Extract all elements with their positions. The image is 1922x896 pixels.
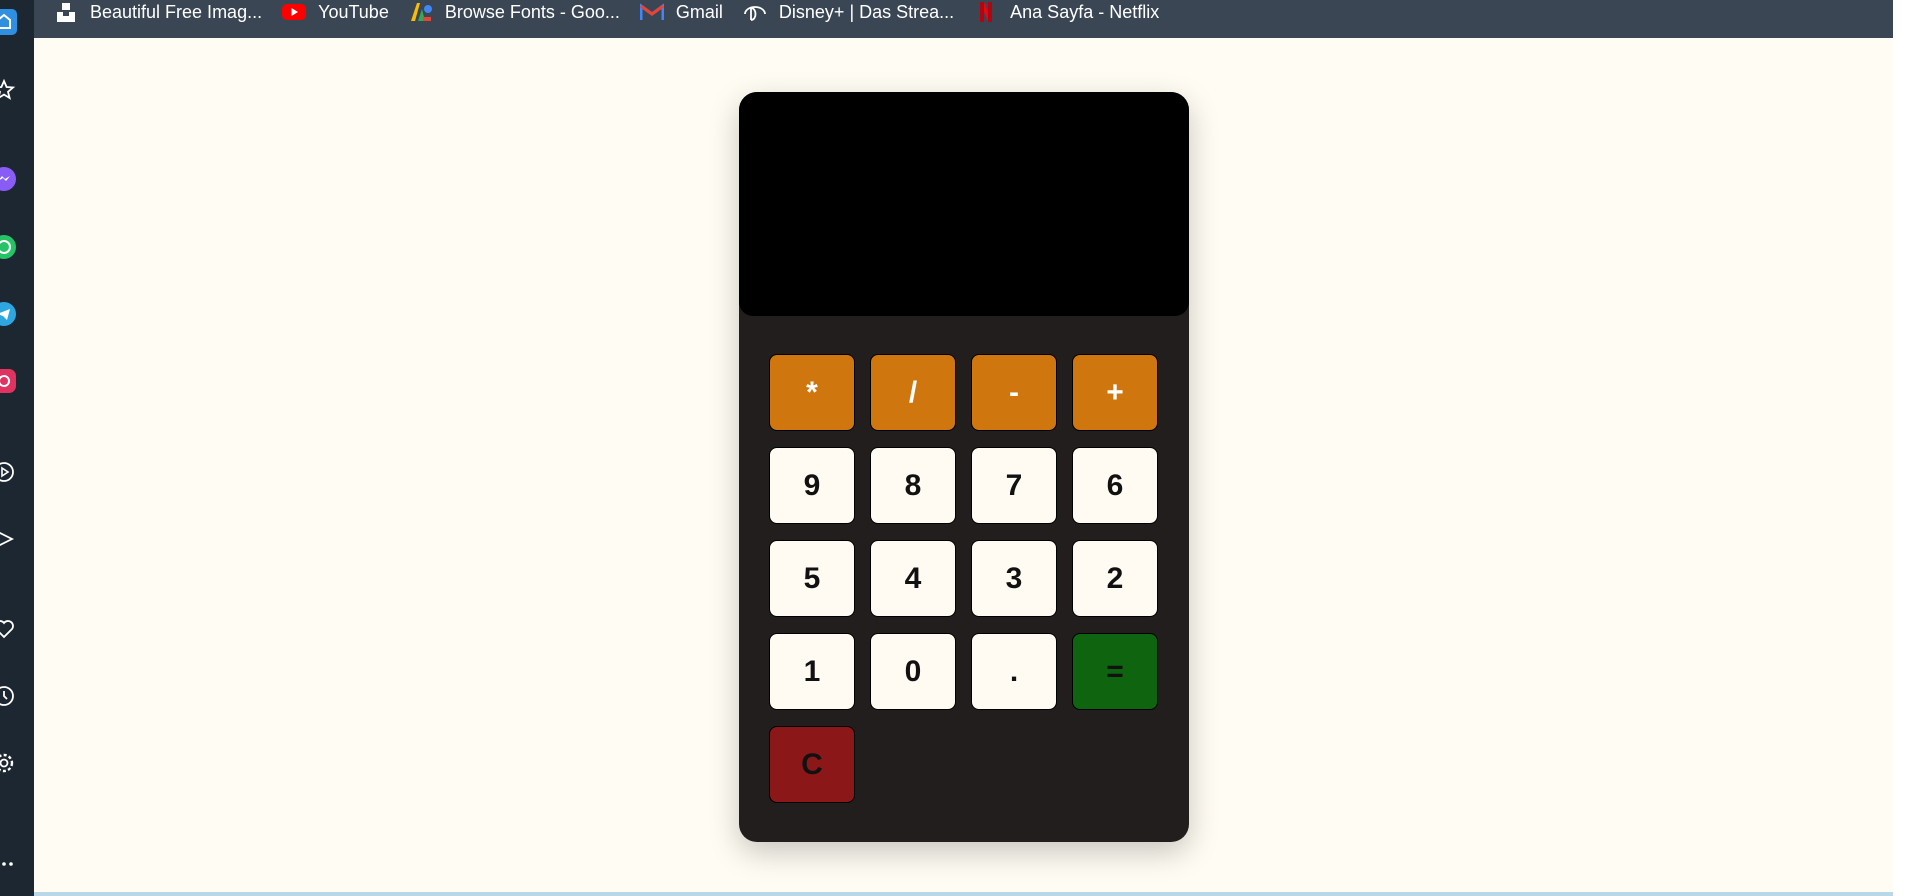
messenger-icon[interactable] <box>0 165 18 193</box>
history-icon[interactable] <box>0 682 18 710</box>
bookmark-label: Ana Sayfa - Netflix <box>1010 1 1160 22</box>
bookmark-label: Beautiful Free Imag... <box>90 1 263 22</box>
equals-button[interactable]: = <box>1072 633 1158 710</box>
digit-6-button[interactable]: 6 <box>1072 447 1158 524</box>
digit-8-button[interactable]: 8 <box>870 447 956 524</box>
settings-icon[interactable] <box>0 749 18 777</box>
browser-window: Beautiful Free Imag... YouTube Browse Fo… <box>0 0 1922 896</box>
decimal-button[interactable]: . <box>971 633 1057 710</box>
bookmark-label: Browse Fonts - Goo... <box>444 1 620 22</box>
bookmark-unsplash[interactable]: Beautiful Free Imag... <box>54 0 282 31</box>
send-icon[interactable] <box>0 525 18 553</box>
bookmark-label: Disney+ | Das Strea... <box>778 1 955 22</box>
telegram-icon[interactable] <box>0 300 18 328</box>
whatsapp-icon[interactable] <box>0 233 18 261</box>
bookmark-netflix[interactable]: Ana Sayfa - Netflix <box>974 0 1179 31</box>
subtract-button[interactable]: - <box>971 354 1057 431</box>
player-icon[interactable] <box>0 458 18 486</box>
digit-1-button[interactable]: 1 <box>769 633 855 710</box>
digit-3-button[interactable]: 3 <box>971 540 1057 617</box>
bookmarks-bar: Beautiful Free Imag... YouTube Browse Fo… <box>34 0 1893 38</box>
disney-plus-icon <box>743 1 767 23</box>
bookmark-google-fonts[interactable]: Browse Fonts - Goo... <box>409 0 640 31</box>
calculator: * / - + 9 8 7 6 5 4 3 2 1 0 . = C <box>739 92 1189 842</box>
bookmark-disney-plus[interactable]: Disney+ | Das Strea... <box>743 0 974 31</box>
scrollbar-gutter[interactable] <box>1893 0 1922 896</box>
add-button[interactable]: + <box>1072 354 1158 431</box>
bookmark-star-icon[interactable] <box>0 76 18 104</box>
calculator-display <box>739 92 1189 316</box>
youtube-icon <box>282 1 307 23</box>
heart-icon[interactable] <box>0 615 18 643</box>
google-fonts-icon <box>409 1 433 23</box>
instagram-icon[interactable] <box>0 367 18 395</box>
bookmark-gmail[interactable]: Gmail <box>639 0 743 31</box>
bookmark-label: Gmail <box>675 1 723 22</box>
multiply-button[interactable]: * <box>769 354 855 431</box>
digit-5-button[interactable]: 5 <box>769 540 855 617</box>
digit-4-button[interactable]: 4 <box>870 540 956 617</box>
unsplash-icon <box>54 1 78 23</box>
home-icon[interactable] <box>0 8 18 36</box>
clear-button[interactable]: C <box>769 726 855 803</box>
more-icon[interactable] <box>0 850 18 878</box>
netflix-icon <box>974 1 998 23</box>
digit-0-button[interactable]: 0 <box>870 633 956 710</box>
digit-9-button[interactable]: 9 <box>769 447 855 524</box>
divide-button[interactable]: / <box>870 354 956 431</box>
bottom-border <box>34 892 1893 896</box>
digit-7-button[interactable]: 7 <box>971 447 1057 524</box>
digit-2-button[interactable]: 2 <box>1072 540 1158 617</box>
bookmark-youtube[interactable]: YouTube <box>282 0 409 31</box>
bookmark-label: YouTube <box>318 1 389 22</box>
browser-sidebar <box>0 0 34 896</box>
gmail-icon <box>639 1 664 23</box>
